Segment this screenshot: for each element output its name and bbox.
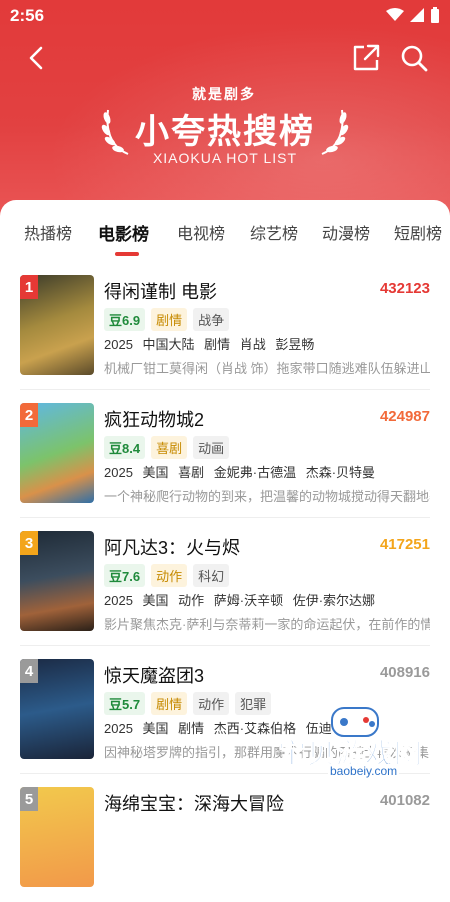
genre-tag: 剧情 [151,692,188,715]
category-tabs: 热播榜 电影榜 电视榜 综艺榜 动漫榜 短剧榜 [0,200,450,262]
page-subtitle: XIAOKUA HOT LIST [152,150,298,166]
genre-tag: 喜剧 [151,436,188,459]
list-item[interactable]: 3 阿凡达3：火与烬 417251 豆7.6 动作 科幻 2025 美国 动作 … [0,518,450,646]
movie-title: 惊天魔盗团3 [104,666,205,686]
movie-meta: 2025 中国大陆 剧情 肖战 彭昱畅 [104,337,315,352]
page-title: 小夸热搜榜 [135,113,315,151]
movie-poster: 1 [20,275,94,375]
tab-movie[interactable]: 电影榜 [98,220,149,245]
genre-tag: 犯罪 [235,692,272,715]
battery-icon [431,7,439,23]
movie-title: 海绵宝宝：深海大冒险 [104,794,284,814]
movie-poster: 3 [20,531,94,631]
heat-value: 417251 [379,536,430,553]
heat-value: 424987 [379,408,430,425]
tab-hot[interactable]: 热播榜 [24,220,72,244]
wifi-icon [386,8,404,21]
movie-meta: 2025 美国 喜剧 金妮弗·古德温 杰森·贝特曼 [104,465,376,480]
tab-anime[interactable]: 动漫榜 [322,220,370,244]
status-time: 2:56 [10,6,45,25]
tab-short-drama[interactable]: 短剧榜 [394,220,442,244]
movie-desc: 一个神秘爬行动物的到来，把温馨的动物城搅动得天翻地覆 [104,489,430,504]
genre-tag: 战争 [193,308,230,331]
watermark-logo: 宝贝游戏网 baobeiy.com [270,702,440,782]
list-item[interactable]: 1 得闲谨制 电影 432123 豆6.9 剧情 战争 2025 中国大陆 剧情… [0,262,450,390]
movie-poster: 5 [20,787,94,887]
douban-score: 豆6.9 [104,308,146,331]
movie-title: 疯狂动物城2 [104,410,205,430]
genre-tag: 动画 [193,436,230,459]
douban-score: 豆8.4 [104,436,146,459]
watermark-url: baobeiy.com [328,764,400,778]
tab-tv[interactable]: 电视榜 [177,220,225,244]
movie-desc: 影片聚焦杰克·萨利与奈蒂莉一家的命运起伏，在前作的情 [104,617,430,632]
search-icon[interactable] [398,42,430,74]
tab-variety[interactable]: 综艺榜 [250,220,298,244]
rank-badge: 2 [20,403,38,427]
douban-score: 豆7.6 [104,564,146,587]
heat-value: 401082 [379,792,430,809]
movie-poster: 2 [20,403,94,503]
genre-tag: 剧情 [151,308,188,331]
rank-badge: 1 [20,275,38,299]
laurel-right-icon [321,109,349,155]
heat-value: 432123 [379,280,430,297]
douban-score: 豆5.7 [104,692,146,715]
back-arrow-icon[interactable] [22,42,54,74]
movie-poster: 4 [20,659,94,759]
share-icon[interactable] [350,42,382,74]
movie-title: 阿凡达3：火与烬 [104,538,241,558]
status-bar: 2:56 [0,0,450,32]
movie-title: 得闲谨制 电影 [104,282,218,302]
rank-badge: 3 [20,531,38,555]
movie-meta: 2025 美国 动作 萨姆·沃辛顿 佐伊·索尔达娜 [104,593,376,608]
genre-tag: 动作 [151,564,188,587]
genre-tag: 科幻 [193,564,230,587]
heat-value: 408916 [379,664,430,681]
signal-icon [410,8,424,22]
active-tab-indicator [115,252,139,256]
genre-tag: 动作 [193,692,230,715]
list-item[interactable]: 5 海绵宝宝：深海大冒险 401082 [0,774,450,902]
laurel-left-icon [101,109,129,155]
rank-badge: 4 [20,659,38,683]
rank-badge: 5 [20,787,38,811]
movie-desc: 机械厂钳工莫得闲（肖战 饰）拖家带口随逃难队伍躲进山 [104,361,430,376]
tagline: 就是剧多 [192,86,256,102]
list-item[interactable]: 2 疯狂动物城2 424987 豆8.4 喜剧 动画 2025 美国 喜剧 金妮… [0,390,450,518]
